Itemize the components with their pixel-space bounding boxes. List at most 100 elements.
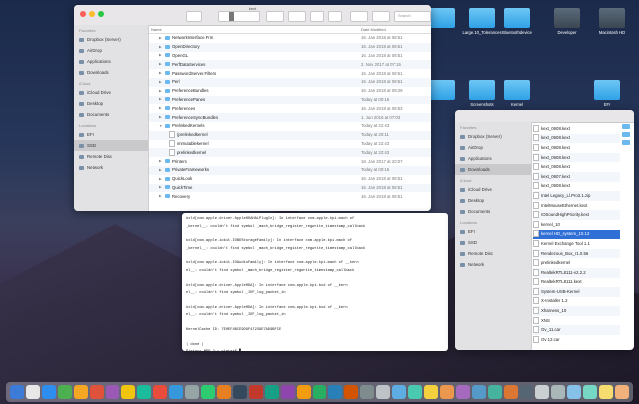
table-row[interactable]: (prelinkedkernel Today at 20:11 bbox=[149, 130, 431, 140]
column-name-header[interactable]: Name bbox=[151, 27, 361, 32]
terminal-output[interactable]: kxld[com.apple.driver.AppleHDAHALPlugIn]… bbox=[182, 213, 448, 351]
desktop-icon[interactable]: Developer bbox=[545, 8, 589, 35]
dock-app-icon[interactable] bbox=[280, 385, 295, 399]
disclosure-triangle-icon[interactable]: ▶ bbox=[159, 177, 163, 181]
close-button[interactable] bbox=[80, 11, 86, 17]
dock-app-icon[interactable] bbox=[105, 385, 120, 399]
table-row[interactable]: ▶ PreferencePanes Today at 00:16 bbox=[149, 95, 431, 105]
list-item[interactable]: RealtekRTL8111-v2.2.2 bbox=[533, 267, 620, 278]
dock-app-icon[interactable] bbox=[201, 385, 215, 399]
table-row[interactable]: ▶ NetworkInterface.Frm 16. Jan 2018 at 08:… bbox=[149, 34, 431, 43]
sidebar-item[interactable]: Documents bbox=[74, 109, 148, 120]
table-row[interactable]: ▶ Perl 16. Jan 2018 at 08:51 bbox=[149, 77, 431, 87]
disclosure-triangle-icon[interactable]: ▶ bbox=[159, 97, 163, 101]
dock-app-icon[interactable] bbox=[89, 385, 104, 399]
dock-app-icon[interactable] bbox=[583, 385, 598, 399]
list-item[interactable]: kext_0607.kext bbox=[533, 171, 620, 182]
table-row[interactable]: ▶ OpenGL 16. Jan 2018 at 08:51 bbox=[149, 52, 431, 61]
action-gear-icon[interactable] bbox=[288, 11, 306, 22]
desktop-icon[interactable]: EFI bbox=[585, 80, 629, 107]
list-item[interactable]: kernel HD_system_10.13 bbox=[533, 229, 620, 240]
list-item[interactable]: kext_0608.kext bbox=[533, 124, 620, 134]
table-row[interactable]: ▶ PreferenceSyncBundles 1. Jun 2016 at 07:… bbox=[149, 113, 431, 122]
dock-app-icon[interactable] bbox=[169, 385, 184, 399]
list-item[interactable]: prelinkedkernel bbox=[533, 258, 620, 268]
disclosure-triangle-icon[interactable]: ▶ bbox=[159, 80, 163, 84]
list-item[interactable]: IntelMouseEthernet.kext bbox=[533, 201, 620, 211]
sidebar-item[interactable]: Dropbox (Server) bbox=[455, 131, 531, 142]
dock-app-icon[interactable] bbox=[423, 385, 438, 399]
arrange-button[interactable] bbox=[266, 11, 284, 22]
disclosure-triangle-icon[interactable]: ▶ bbox=[159, 115, 163, 119]
dock-app-icon[interactable] bbox=[615, 385, 629, 399]
list-item[interactable]: kext_0608.kext bbox=[533, 143, 620, 153]
tag-button[interactable] bbox=[328, 11, 342, 22]
table-row[interactable]: ▶ QuickLook 16. Jan 2018 at 08:51 bbox=[149, 175, 431, 184]
disclosure-triangle-icon[interactable]: ▶ bbox=[159, 62, 163, 66]
sidebar-item[interactable]: Desktop bbox=[455, 195, 531, 206]
dock-app-icon[interactable] bbox=[153, 385, 168, 399]
back-forward-button[interactable] bbox=[186, 11, 202, 22]
dropbox-button[interactable] bbox=[350, 11, 368, 22]
list-item[interactable]: XNS bbox=[533, 316, 620, 326]
list-item[interactable]: Xharness_10 bbox=[533, 306, 620, 316]
sidebar-item[interactable]: iCloud Drive bbox=[455, 184, 531, 195]
sidebar-item[interactable]: EFI bbox=[74, 129, 148, 140]
zoom-button[interactable] bbox=[98, 11, 104, 17]
list-item[interactable]: Rendezous_Box_r1.0.56 bbox=[533, 248, 620, 259]
sidebar-item[interactable]: SSD bbox=[455, 237, 531, 248]
dock-app-icon[interactable] bbox=[344, 385, 359, 399]
table-row[interactable]: ▶ Preferences 16. Jan 2018 at 08:53 bbox=[149, 104, 431, 113]
table-row[interactable]: prelinkedkernel Today at 22:43 bbox=[149, 148, 431, 158]
sidebar-item[interactable]: Applications bbox=[74, 56, 148, 67]
dock-app-icon[interactable] bbox=[567, 385, 582, 399]
share-button[interactable] bbox=[310, 11, 324, 22]
disclosure-triangle-icon[interactable]: ▶ bbox=[159, 194, 163, 198]
sidebar-item[interactable]: EFI bbox=[455, 226, 531, 237]
disclosure-triangle-icon[interactable]: ▶ bbox=[159, 168, 163, 172]
sidebar-item[interactable]: Documents bbox=[455, 206, 531, 217]
list-item[interactable]: System-USB-Kernel bbox=[533, 287, 620, 297]
table-row[interactable]: ▼ PrelinkedKernels Today at 22:43 bbox=[149, 122, 431, 131]
sidebar-item[interactable]: SSD bbox=[74, 140, 148, 151]
dock-app-icon[interactable] bbox=[57, 385, 72, 399]
list-item[interactable]: Kernel Exchange Tool 1.1 bbox=[533, 239, 620, 249]
table-row[interactable]: ▶ PerfDataServices 2. Nov 2017 at 07:15 bbox=[149, 60, 431, 70]
list-item[interactable]: kext_0608.kext bbox=[533, 133, 620, 144]
dock-app-icon[interactable] bbox=[519, 385, 534, 399]
sidebar-item[interactable]: Desktop bbox=[74, 98, 148, 109]
column-date-header[interactable]: Date Modified bbox=[361, 27, 431, 32]
list-item[interactable]: RealtekRTL8111.kext bbox=[533, 278, 620, 288]
disclosure-triangle-icon[interactable]: ▶ bbox=[159, 106, 163, 110]
desktop-icon[interactable]: Macintosh HD bbox=[590, 8, 634, 35]
sidebar-item[interactable]: AirDrop bbox=[455, 142, 531, 153]
disclosure-triangle-icon[interactable]: ▶ bbox=[159, 89, 163, 93]
dock-app-icon[interactable] bbox=[248, 385, 263, 399]
list-item[interactable]: kernel_10 bbox=[533, 220, 620, 230]
dock-app-icon[interactable] bbox=[471, 385, 486, 399]
list-item[interactable]: Ov_11.car bbox=[533, 325, 620, 336]
dock-app-icon[interactable] bbox=[312, 385, 327, 399]
disclosure-triangle-icon[interactable]: ▶ bbox=[159, 159, 163, 163]
dock-app-icon[interactable] bbox=[360, 385, 375, 399]
desktop-icon[interactable]: Bluetoothdevice bbox=[495, 8, 539, 35]
dock-app-icon[interactable] bbox=[408, 385, 422, 399]
dock-app-icon[interactable] bbox=[41, 385, 56, 399]
dock-app-icon[interactable] bbox=[232, 385, 247, 399]
disclosure-triangle-icon[interactable]: ▶ bbox=[159, 185, 163, 189]
sidebar-item[interactable]: Downloads bbox=[74, 67, 148, 78]
table-row[interactable]: immutablekernel Today at 22:43 bbox=[149, 139, 431, 149]
disclosure-triangle-icon[interactable]: ▶ bbox=[159, 36, 163, 40]
disclosure-triangle-icon[interactable]: ▶ bbox=[159, 45, 163, 49]
dock-app-icon[interactable] bbox=[25, 385, 40, 399]
dock-app-icon[interactable] bbox=[10, 385, 24, 399]
sidebar-item[interactable]: Network bbox=[455, 259, 531, 270]
dock-app-icon[interactable] bbox=[503, 385, 518, 399]
sidebar-item[interactable]: Network bbox=[74, 162, 148, 173]
desktop-icon[interactable]: Kernel bbox=[495, 80, 539, 107]
sidebar-item[interactable]: Remote Disc bbox=[455, 248, 531, 259]
dock-app-icon[interactable] bbox=[264, 385, 279, 399]
list-item[interactable]: kext_0608.kext bbox=[533, 162, 620, 172]
dock-app-icon[interactable] bbox=[599, 385, 614, 399]
dock-app-icon[interactable] bbox=[439, 385, 454, 399]
